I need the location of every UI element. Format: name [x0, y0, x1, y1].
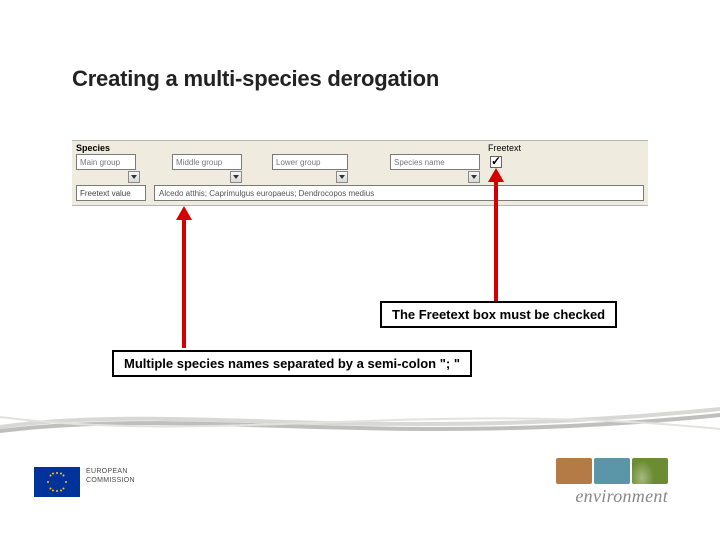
freetext-value-input[interactable]: Alcedo atthis; Caprimulgus europaeus; De… [154, 185, 644, 201]
footer-ec: EUROPEAN COMMISSION [34, 467, 135, 497]
ec-line2: COMMISSION [86, 476, 135, 485]
main-group-field[interactable]: Main group [76, 154, 136, 170]
lower-group-dropdown-icon[interactable] [336, 171, 348, 183]
ec-line1: EUROPEAN [86, 467, 135, 476]
ec-text: EUROPEAN COMMISSION [86, 467, 135, 485]
page-title: Creating a multi-species derogation [72, 66, 439, 92]
freetext-label: Freetext [488, 143, 521, 153]
middle-group-dropdown-icon[interactable] [230, 171, 242, 183]
species-name-dropdown-icon[interactable] [468, 171, 480, 183]
eu-flag-icon [34, 467, 80, 497]
env-tiles [556, 458, 668, 484]
lower-group-field[interactable]: Lower group [272, 154, 348, 170]
arrow-to-freetext-value [182, 218, 186, 348]
section-label-species: Species [76, 143, 110, 153]
env-tile-green [632, 458, 668, 484]
species-panel: Species Main group Middle group Lower gr… [72, 140, 648, 206]
environment-word: environment [556, 486, 668, 507]
freetext-checkbox[interactable] [490, 156, 502, 168]
arrow-to-freetext-checkbox [494, 180, 498, 302]
main-group-dropdown-icon[interactable] [128, 171, 140, 183]
decorative-swoosh [0, 395, 720, 445]
environment-logo: environment [556, 458, 668, 507]
callout-semicolon: Multiple species names separated by a se… [112, 350, 472, 377]
env-tile-brown [556, 458, 592, 484]
middle-group-field[interactable]: Middle group [172, 154, 242, 170]
env-tile-blue [594, 458, 630, 484]
callout-freetext-checked: The Freetext box must be checked [380, 301, 617, 328]
slide: { "title": "Creating a multi-species der… [0, 0, 720, 540]
freetext-value-label: Freetext value [76, 185, 146, 201]
species-name-field[interactable]: Species name [390, 154, 480, 170]
